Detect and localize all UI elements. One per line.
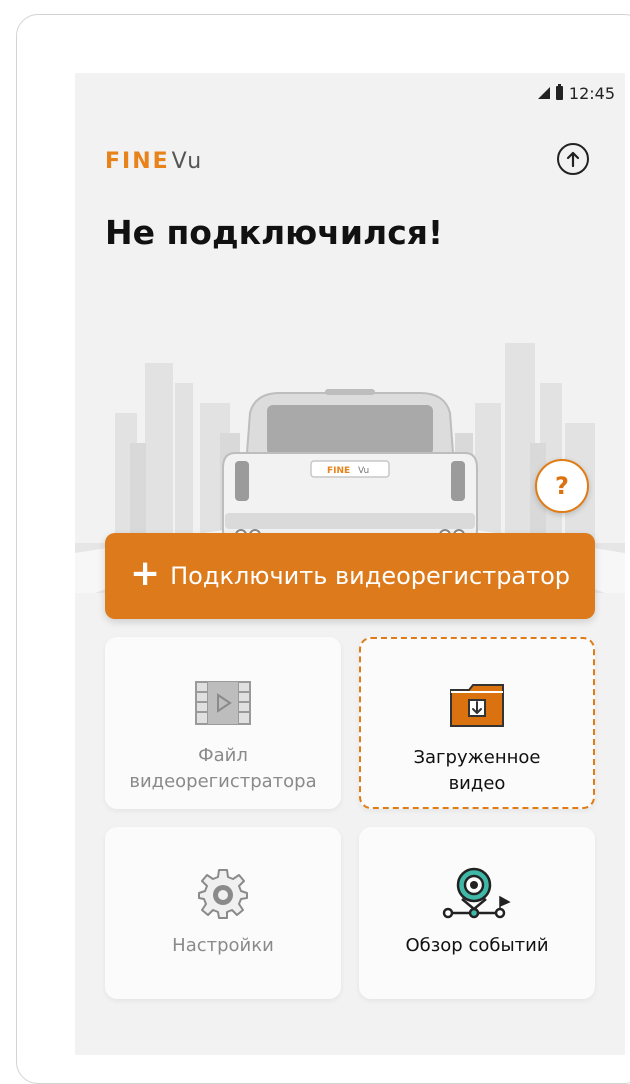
tile-downloaded-video[interactable]: Загруженное видео: [359, 637, 595, 809]
car-plate-fine: FINE: [327, 466, 350, 476]
plus-icon: +: [129, 553, 161, 594]
car-plate-vu: Vu: [358, 466, 369, 476]
connect-dashcam-button[interactable]: + Подключить видеорегистратор: [105, 533, 595, 619]
signal-icon: [537, 87, 550, 99]
gear-icon: [198, 869, 248, 919]
status-bar: 12:45: [537, 83, 615, 103]
logo-fine-text: FINE: [105, 149, 170, 174]
tile-event-review[interactable]: Обзор событий: [359, 827, 595, 999]
status-time: 12:45: [568, 83, 615, 103]
arrow-up-icon: [566, 151, 580, 168]
page-title: Не подключился!: [105, 213, 444, 252]
folder-download-icon: [450, 684, 504, 727]
tile-settings[interactable]: Настройки: [105, 827, 341, 999]
film-icon: [195, 681, 251, 725]
device-frame: 12:45 FINE Vu Не подключился! FINE Vu ? …: [16, 14, 630, 1084]
upload-button[interactable]: [557, 143, 589, 175]
tile-dashcam-file[interactable]: Файл видеорегистратора: [105, 637, 341, 809]
app-screen: 12:45 FINE Vu Не подключился! FINE Vu ? …: [75, 73, 625, 1055]
tile-dashcam-file-label: Файл видеорегистратора: [129, 745, 317, 792]
help-icon: ?: [555, 472, 569, 500]
app-logo: FINE Vu: [105, 149, 203, 174]
help-button[interactable]: ?: [535, 459, 589, 513]
event-route-icon: [442, 867, 511, 919]
tile-event-review-label: Обзор событий: [405, 935, 549, 956]
tile-downloaded-video-label: Загруженное видео: [413, 747, 541, 794]
battery-icon: [555, 84, 563, 100]
connect-dashcam-label: Подключить видеорегистратор: [170, 562, 571, 590]
tile-settings-label: Настройки: [172, 935, 274, 956]
logo-vu-text: Vu: [171, 149, 204, 174]
